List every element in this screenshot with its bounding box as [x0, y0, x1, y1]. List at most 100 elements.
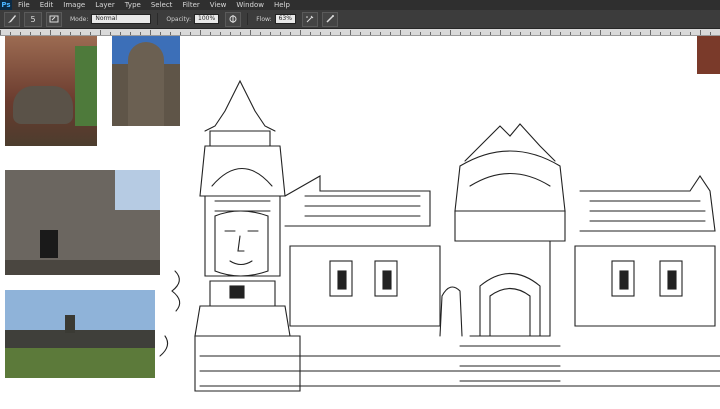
ruler-tick — [410, 32, 411, 35]
ruler-tick — [290, 32, 291, 35]
elephant-temple-photo — [5, 36, 97, 146]
ruler-tick — [50, 30, 51, 35]
ruler-tick — [700, 30, 701, 35]
ruler-tick — [710, 32, 711, 35]
flow-field[interactable]: 63% — [274, 14, 296, 24]
menu-layer[interactable]: Layer — [95, 1, 115, 9]
ruler-tick — [350, 30, 351, 35]
menu-view[interactable]: View — [210, 1, 227, 9]
menu-help[interactable]: Help — [274, 1, 290, 9]
ruler-tick — [200, 30, 201, 35]
menu-type[interactable]: Type — [125, 1, 141, 9]
ruler-tick — [280, 32, 281, 35]
ruler-tick — [150, 30, 151, 35]
ruler-tick — [260, 32, 261, 35]
ruler-tick — [550, 30, 551, 35]
ruler-tick — [300, 30, 301, 35]
ruler-tick — [210, 32, 211, 35]
brush-panel-icon[interactable] — [46, 11, 62, 27]
ruler-tick — [460, 32, 461, 35]
divider — [157, 13, 159, 25]
ruler-tick — [540, 32, 541, 35]
ruler-tick — [510, 32, 511, 35]
ruler-tick — [680, 32, 681, 35]
brush-tool-icon[interactable] — [4, 11, 20, 27]
ruler-tick — [500, 30, 501, 35]
ruler-tick — [310, 32, 311, 35]
ruler-tick — [60, 32, 61, 35]
ruler-tick — [600, 30, 601, 35]
ruler-tick — [170, 32, 171, 35]
ruined-gallery-photo — [5, 170, 160, 275]
divider — [247, 13, 249, 25]
ruler-tick — [380, 32, 381, 35]
ruler-tick — [80, 32, 81, 35]
ruler-tick — [90, 32, 91, 35]
ruler-tick — [30, 32, 31, 35]
ruler-tick — [110, 32, 111, 35]
pressure-opacity-icon[interactable] — [225, 11, 242, 27]
flow-label: Flow: — [256, 15, 272, 23]
ruler-tick — [20, 32, 21, 35]
ruler-tick — [560, 32, 561, 35]
ruler-tick — [520, 32, 521, 35]
ruler-tick — [690, 32, 691, 35]
ruler-tick — [420, 32, 421, 35]
horizontal-ruler — [0, 29, 720, 36]
options-bar: 5 Mode: Normal Opacity: 100% Flow: 63% — [0, 10, 720, 29]
angkor-wat-photo — [5, 290, 155, 378]
ruler-tick — [660, 32, 661, 35]
menu-filter[interactable]: Filter — [182, 1, 199, 9]
ruler-tick — [10, 32, 11, 35]
corner-photo — [697, 36, 720, 74]
mode-label: Mode: — [70, 15, 89, 23]
ruler-tick — [610, 32, 611, 35]
brush-size-value: 5 — [30, 14, 36, 24]
ruler-tick — [470, 32, 471, 35]
menu-select[interactable]: Select — [151, 1, 173, 9]
ruler-tick — [160, 32, 161, 35]
menu-bar: Ps File Edit Image Layer Type Select Fil… — [0, 0, 720, 10]
ruler-tick — [400, 30, 401, 35]
brush-size-preset[interactable]: 5 — [24, 11, 42, 27]
ruler-tick — [590, 32, 591, 35]
ruler-tick — [530, 32, 531, 35]
menu-window[interactable]: Window — [236, 1, 264, 9]
ruler-tick — [240, 32, 241, 35]
ruler-tick — [230, 32, 231, 35]
ruler-tick — [250, 30, 251, 35]
ruler-tick — [70, 32, 71, 35]
opacity-label: Opacity: — [166, 15, 192, 23]
airbrush-icon[interactable] — [301, 11, 318, 27]
ruler-tick — [180, 32, 181, 35]
menu-file[interactable]: File — [18, 1, 30, 9]
ruler-tick — [120, 32, 121, 35]
ruler-tick — [330, 32, 331, 35]
menu-image[interactable]: Image — [63, 1, 85, 9]
ruler-tick — [480, 32, 481, 35]
photoshop-logo: Ps — [0, 0, 12, 10]
ruler-tick — [140, 32, 141, 35]
pressure-size-icon[interactable] — [321, 11, 338, 27]
opacity-field[interactable]: 100% — [194, 14, 220, 24]
ruler-tick — [370, 32, 371, 35]
ruler-tick — [100, 30, 101, 35]
ruler-tick — [190, 32, 191, 35]
ruler-tick — [670, 32, 671, 35]
ruler-tick — [440, 32, 441, 35]
ruler-tick — [220, 32, 221, 35]
tower-face-photo — [112, 36, 180, 126]
mode-select[interactable]: Normal — [91, 14, 152, 24]
ruler-tick — [360, 32, 361, 35]
ruler-tick — [0, 30, 1, 35]
ruler-tick — [450, 30, 451, 35]
ruler-tick — [580, 32, 581, 35]
ruler-tick — [570, 32, 571, 35]
ruler-tick — [390, 32, 391, 35]
menu-edit[interactable]: Edit — [40, 1, 54, 9]
ruler-tick — [640, 32, 641, 35]
ruler-tick — [130, 32, 131, 35]
ruler-tick — [430, 32, 431, 35]
ruler-tick — [320, 32, 321, 35]
ruler-tick — [340, 32, 341, 35]
